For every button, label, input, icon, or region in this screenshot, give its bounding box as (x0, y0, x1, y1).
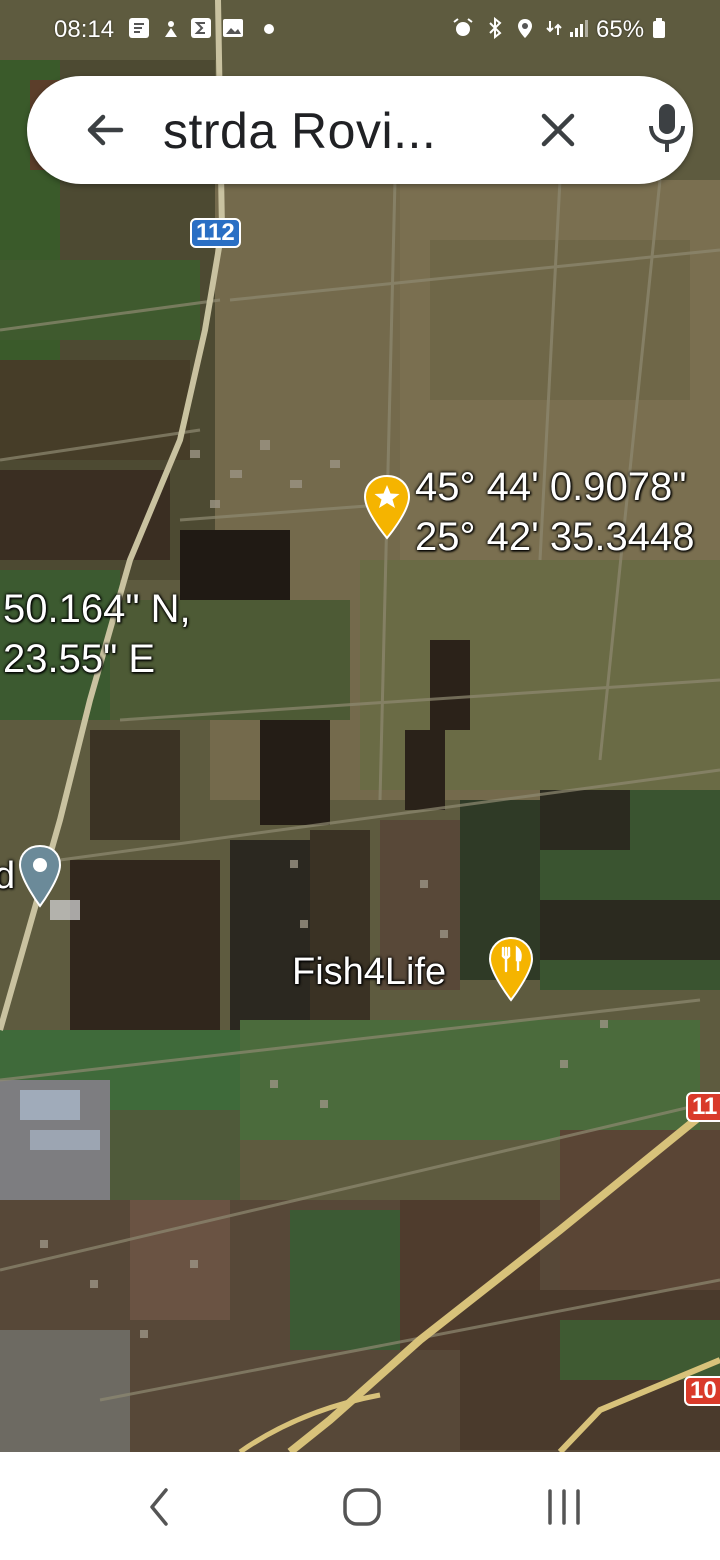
screen: 112 11 10 45° 44' 0.9078" 25° 42' 35.344… (0, 0, 720, 1560)
partial-place-label[interactable]: d (0, 855, 15, 898)
microphone-icon[interactable] (637, 98, 697, 162)
battery-percentage: 65% (596, 16, 645, 43)
road-shield-112: 112 (190, 218, 241, 248)
nav-home-icon[interactable] (332, 1482, 392, 1532)
starred-place-pin-icon[interactable] (362, 474, 412, 540)
place-pin-icon[interactable] (18, 844, 62, 908)
system-navigation-bar (0, 1452, 720, 1560)
left-longitude: 23.55" E (3, 637, 156, 681)
pinned-coordinates-label[interactable]: 45° 44' 0.9078" 25° 42' 35.3448 (415, 462, 694, 562)
notification-dot-icon (264, 24, 274, 34)
left-latitude: 50.164" N, (3, 587, 191, 631)
status-time: 08:14 (54, 16, 115, 43)
search-query-text[interactable]: strda Rovi... (163, 102, 436, 160)
nav-recent-apps-icon[interactable] (534, 1482, 594, 1532)
left-coordinates-label[interactable]: 50.164" N, 23.55" E (3, 584, 191, 684)
gallery-icon (223, 19, 243, 37)
satellite-terrain (0, 0, 720, 1452)
fish4life-label[interactable]: Fish4Life (292, 951, 446, 994)
sigma-app-icon (191, 18, 211, 38)
clear-search-icon[interactable] (532, 104, 584, 156)
signal-strength-icon (570, 20, 588, 37)
alarm-icon (453, 18, 473, 36)
nav-back-icon[interactable] (130, 1482, 190, 1532)
back-arrow-icon[interactable] (77, 102, 133, 158)
status-bar: 08:14 65% (0, 0, 720, 60)
bluetooth-icon (489, 17, 502, 39)
search-bar[interactable]: strda Rovi... (27, 76, 693, 184)
pinned-longitude: 25° 42' 35.3448 (415, 515, 695, 559)
satellite-map[interactable]: 112 11 10 45° 44' 0.9078" 25° 42' 35.344… (0, 0, 720, 1452)
road-shield-11: 11 (686, 1092, 720, 1122)
location-icon (518, 19, 532, 38)
restaurant-pin-icon[interactable] (488, 936, 534, 1002)
mobile-data-4g-icon (546, 21, 562, 35)
mobile-hotspot-icon (165, 21, 177, 37)
road-shield-10: 10 (684, 1376, 720, 1406)
pinned-latitude: 45° 44' 0.9078" (415, 465, 687, 509)
notification-app-icon (129, 18, 149, 38)
battery-icon (653, 18, 665, 38)
